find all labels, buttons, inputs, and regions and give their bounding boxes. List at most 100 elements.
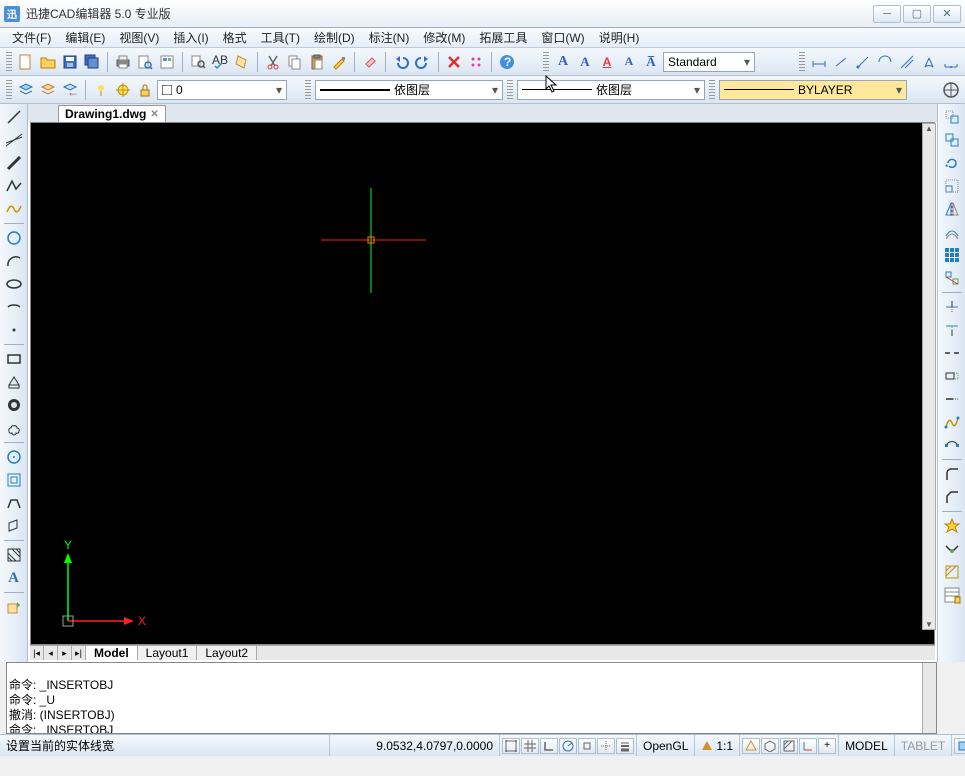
layer-freeze-icon[interactable] (113, 80, 133, 100)
toolbar-grip[interactable] (6, 80, 12, 100)
menu-dimension[interactable]: 标注(N) (363, 27, 416, 48)
grid-toggle[interactable] (521, 738, 539, 754)
layer-previous-icon[interactable]: ← (60, 80, 80, 100)
mtext-icon[interactable]: A (3, 567, 25, 589)
ray-icon[interactable] (3, 152, 25, 174)
dim-angular-icon[interactable] (919, 52, 939, 72)
point-icon[interactable] (3, 319, 25, 341)
open-file-icon[interactable] (38, 52, 58, 72)
text-style-a2-icon[interactable]: A (575, 52, 595, 72)
align-icon[interactable] (941, 267, 963, 289)
paste-icon[interactable] (307, 52, 327, 72)
revcloud-icon[interactable] (3, 417, 25, 439)
status-model[interactable]: MODEL (839, 735, 895, 756)
toolbar-grip[interactable] (543, 52, 549, 72)
model-canvas[interactable]: Y X (31, 123, 934, 644)
otrack-toggle[interactable] (597, 738, 615, 754)
arc-icon[interactable] (3, 250, 25, 272)
layout-next-icon[interactable]: ▸ (58, 646, 72, 660)
undo-icon[interactable] (391, 52, 411, 72)
lengthen-icon[interactable] (941, 388, 963, 410)
dyn-input-toggle[interactable] (742, 738, 760, 754)
move-icon[interactable] (941, 106, 963, 128)
ucs-toggle[interactable] (799, 738, 817, 754)
dim-diameter-icon[interactable] (897, 52, 917, 72)
extra-toggle-1[interactable] (954, 738, 965, 754)
minimize-button[interactable]: ─ (873, 5, 901, 23)
polygon-3d-icon[interactable] (3, 371, 25, 393)
cut-icon[interactable] (263, 52, 283, 72)
menu-extensions[interactable]: 拓展工具 (473, 27, 533, 48)
text-style-a5-icon[interactable]: A̅ (641, 52, 661, 72)
copy-obj-icon[interactable] (941, 129, 963, 151)
status-scale[interactable]: 1:1 (695, 735, 740, 756)
array-icon[interactable] (941, 244, 963, 266)
menu-view[interactable]: 视图(V) (113, 27, 165, 48)
break-icon[interactable] (941, 342, 963, 364)
text-style-a4-icon[interactable]: A (619, 52, 639, 72)
menu-window[interactable]: 窗口(W) (535, 27, 590, 48)
menu-tools[interactable]: 工具(T) (255, 27, 306, 48)
polyline-icon[interactable] (3, 175, 25, 197)
hatch-toggle[interactable] (780, 738, 798, 754)
chamfer-icon[interactable] (941, 486, 963, 508)
fillet-icon[interactable] (941, 463, 963, 485)
close-tab-icon[interactable]: ✕ (150, 109, 158, 120)
layer-states-icon[interactable] (38, 80, 58, 100)
scale-icon[interactable] (941, 175, 963, 197)
donut-icon[interactable] (3, 394, 25, 416)
join-icon[interactable] (941, 538, 963, 560)
extend-icon[interactable] (941, 319, 963, 341)
select-similar-icon[interactable] (466, 52, 486, 72)
ellipse-icon[interactable] (3, 273, 25, 295)
help-icon[interactable]: ? (497, 52, 517, 72)
layer-lock-icon[interactable] (135, 80, 155, 100)
menu-help[interactable]: 说明(H) (593, 27, 646, 48)
toolbar-grip[interactable] (507, 80, 513, 100)
text-style-a3-icon[interactable]: A (597, 52, 617, 72)
edit-pline-icon[interactable] (941, 411, 963, 433)
menu-modify[interactable]: 修改(M) (417, 27, 471, 48)
region-icon[interactable] (3, 446, 25, 468)
menu-format[interactable]: 格式 (217, 27, 253, 48)
dim-center-icon[interactable] (941, 80, 961, 100)
layout-first-icon[interactable]: |◂ (30, 646, 44, 660)
layer-on-icon[interactable] (91, 80, 111, 100)
delete-icon[interactable] (444, 52, 464, 72)
spell-check-icon[interactable]: ABC (210, 52, 230, 72)
status-renderer[interactable]: OpenGL (637, 735, 695, 756)
block-insert-icon[interactable] (3, 596, 25, 618)
dim-linear-icon[interactable] (809, 52, 829, 72)
layout-tab-2[interactable]: Layout2 (197, 646, 257, 660)
document-tab[interactable]: Drawing1.dwg ✕ (58, 105, 166, 122)
linetype-combo[interactable]: 依图层 ▾ (517, 80, 705, 100)
match-properties-icon[interactable] (329, 52, 349, 72)
dim-radius-icon[interactable] (875, 52, 895, 72)
edit-hatch-icon[interactable] (941, 561, 963, 583)
wipeout-icon[interactable] (3, 492, 25, 514)
3dface-icon[interactable] (3, 515, 25, 537)
lwt-toggle[interactable] (616, 738, 634, 754)
ortho-toggle[interactable] (540, 738, 558, 754)
redo-icon[interactable] (413, 52, 433, 72)
status-coords[interactable]: 9.0532,4.0797,0.0000 (330, 735, 500, 756)
erase-icon[interactable] (360, 52, 380, 72)
toolbar-grip[interactable] (799, 52, 805, 72)
new-file-icon[interactable] (16, 52, 36, 72)
menu-file[interactable]: 文件(F) (6, 27, 57, 48)
edit-spline-icon[interactable] (941, 434, 963, 456)
layer-combo[interactable]: 0 ▾ (157, 80, 287, 100)
menu-insert[interactable]: 插入(I) (167, 27, 214, 48)
save-icon[interactable] (60, 52, 80, 72)
copy-icon[interactable] (285, 52, 305, 72)
polar-toggle[interactable] (559, 738, 577, 754)
cmd-scrollbar[interactable] (922, 663, 936, 733)
circle-icon[interactable] (3, 227, 25, 249)
toolbar-grip[interactable] (709, 80, 715, 100)
mirror-icon[interactable] (941, 198, 963, 220)
status-tablet[interactable]: TABLET (895, 735, 952, 756)
menu-draw[interactable]: 绘制(D) (308, 27, 361, 48)
stretch-icon[interactable] (941, 365, 963, 387)
line-icon[interactable] (3, 106, 25, 128)
hatch-icon[interactable] (3, 544, 25, 566)
